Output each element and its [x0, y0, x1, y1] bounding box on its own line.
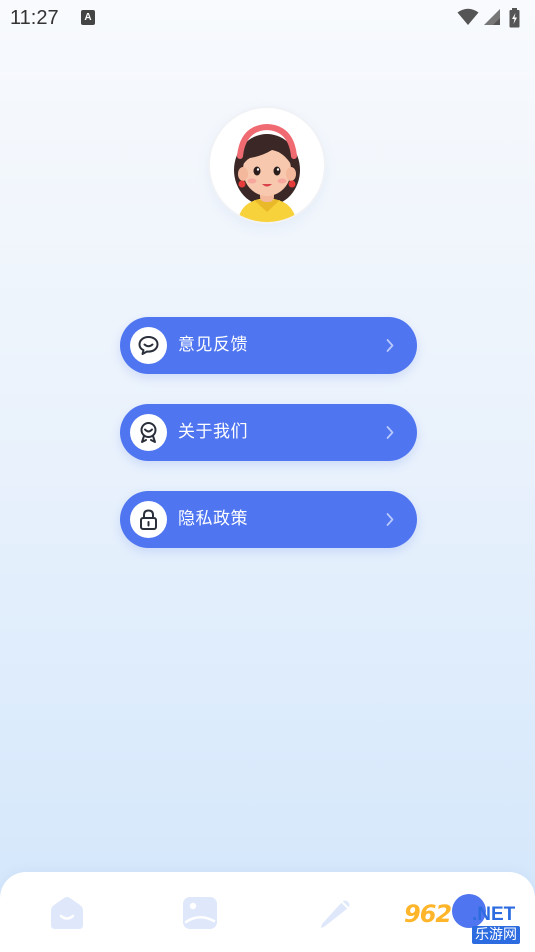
watermark-digits: 962	[404, 900, 452, 928]
status-time: 11:27	[10, 7, 59, 29]
watermark-suffix: .NET	[472, 904, 516, 925]
feedback-button[interactable]: 意见反馈	[120, 317, 417, 374]
about-badge-icon	[140, 422, 157, 443]
battery-icon	[509, 8, 520, 28]
cellular-signal-icon	[484, 9, 500, 25]
feedback-label: 意见反馈	[178, 335, 248, 355]
pen-icon[interactable]	[316, 894, 354, 932]
about-icon-circle	[130, 414, 167, 451]
about-us-label: 关于我们	[178, 422, 248, 442]
feedback-chat-icon	[138, 336, 159, 355]
chevron-right-icon	[386, 513, 394, 526]
home-icon[interactable]	[48, 894, 86, 932]
wifi-icon	[457, 8, 479, 25]
chevron-right-icon	[386, 339, 394, 352]
watermark-logo: 962 .NET 乐游网	[400, 896, 530, 948]
status-icons	[457, 8, 527, 28]
privacy-policy-button[interactable]: 隐私政策	[120, 491, 417, 548]
chevron-right-icon	[386, 426, 394, 439]
avatar[interactable]	[210, 108, 324, 222]
watermark-caption: 乐游网	[472, 926, 520, 944]
privacy-policy-label: 隐私政策	[178, 509, 248, 529]
privacy-icon-circle	[130, 501, 167, 538]
avatar-girl-illustration	[234, 123, 300, 222]
notification-a-icon: A	[81, 10, 95, 25]
status-bar: 11:27 A	[0, 0, 535, 36]
about-us-button[interactable]: 关于我们	[120, 404, 417, 461]
lock-icon	[140, 509, 157, 530]
feedback-icon-circle	[130, 327, 167, 364]
image-icon[interactable]	[181, 894, 219, 932]
